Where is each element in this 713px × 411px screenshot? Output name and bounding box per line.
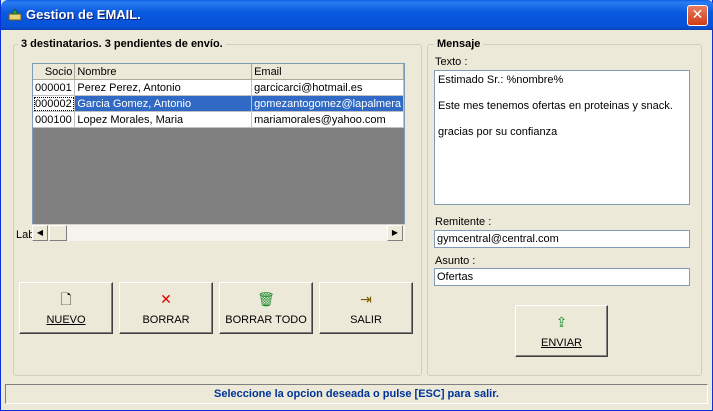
message-body-textarea[interactable]: Estimado Sr.: %nombre% Este mes tenemos … [434, 70, 690, 205]
table-row[interactable]: 000100 Lopez Morales, Maria mariamorales… [33, 111, 404, 128]
cell-email[interactable]: gomezantogomez@lapalmera [251, 95, 404, 112]
cell-socio[interactable]: 000002 [33, 95, 76, 112]
cell-email[interactable]: mariamorales@yahoo.com [251, 111, 404, 128]
exit-door-icon: ⇥ [360, 292, 372, 308]
cell-socio[interactable]: 000100 [33, 111, 76, 128]
red-x-icon: ✕ [160, 292, 172, 308]
nuevo-button[interactable]: 🗋 NUEVO [19, 282, 113, 334]
borrar-todo-button[interactable]: 🗑 BORRAR TODO [219, 282, 313, 334]
cell-nombre[interactable]: Lopez Morales, Maria [74, 111, 253, 128]
column-header-nombre[interactable]: Nombre [74, 64, 253, 80]
cell-nombre[interactable]: Perez Perez, Antonio [74, 79, 253, 96]
recipients-summary: 3 destinatarios. 3 pendientes de envío. [18, 38, 226, 50]
recipients-table: Socio Nombre Email 000001 Perez Perez, A… [33, 64, 404, 128]
cell-socio[interactable]: 000001 [33, 79, 76, 96]
nuevo-label: NUEVO [46, 314, 86, 326]
texto-label: Texto : [435, 56, 468, 68]
horizontal-scrollbar[interactable]: ◀ ▶ [32, 224, 405, 241]
recipients-grid[interactable]: Socio Nombre Email 000001 Perez Perez, A… [32, 63, 405, 241]
table-row-selected[interactable]: 000002 Garcia Gomez, Antonio gomezantogo… [33, 95, 404, 112]
column-header-socio[interactable]: Socio [33, 64, 76, 80]
status-bar: Seleccione la opcion deseada o pulse [ES… [5, 384, 708, 404]
scroll-left-button[interactable]: ◀ [32, 225, 48, 241]
outbox-tray-icon: ⇪ [555, 315, 568, 331]
message-legend: Mensaje [434, 38, 484, 50]
enviar-label: ENVIAR [541, 337, 582, 349]
remitente-label: Remitente : [435, 216, 492, 228]
salir-button[interactable]: ⇥ SALIR [319, 282, 413, 334]
cell-nombre[interactable]: Garcia Gomez, Antonio [74, 95, 253, 112]
close-button[interactable]: ✕ [687, 5, 708, 26]
email-window: Gestion de EMAIL. ✕ 3 destinatarios. 3 p… [0, 0, 713, 411]
sender-field[interactable]: gymcentral@central.com [434, 230, 690, 248]
mail-tray-icon [8, 8, 22, 21]
new-document-icon: 🗋 [60, 292, 72, 308]
asunto-label: Asunto : [435, 255, 476, 267]
borrar-button[interactable]: ✕ BORRAR [119, 282, 213, 334]
table-row[interactable]: 000001 Perez Perez, Antonio garcicarci@h… [33, 79, 404, 96]
cell-email[interactable]: garcicarci@hotmail.es [251, 79, 404, 96]
column-header-email[interactable]: Email [251, 64, 404, 80]
scroll-thumb[interactable] [49, 225, 67, 241]
scroll-right-button[interactable]: ▶ [387, 225, 403, 241]
arrow-right-icon: ▶ [391, 228, 399, 237]
subject-field[interactable]: Ofertas [434, 268, 690, 286]
title-bar[interactable]: Gestion de EMAIL. ✕ [1, 0, 713, 30]
enviar-button[interactable]: ⇪ ENVIAR [515, 305, 608, 357]
borrar-label: BORRAR [142, 314, 190, 326]
close-icon: ✕ [691, 7, 704, 23]
trash-bin-icon: 🗑 [257, 292, 275, 308]
grid-header-row: Socio Nombre Email [33, 64, 404, 80]
borrar-todo-label: BORRAR TODO [225, 314, 307, 326]
arrow-left-icon: ◀ [36, 228, 44, 237]
salir-label: SALIR [350, 314, 382, 326]
window-title: Gestion de EMAIL. [26, 7, 141, 22]
